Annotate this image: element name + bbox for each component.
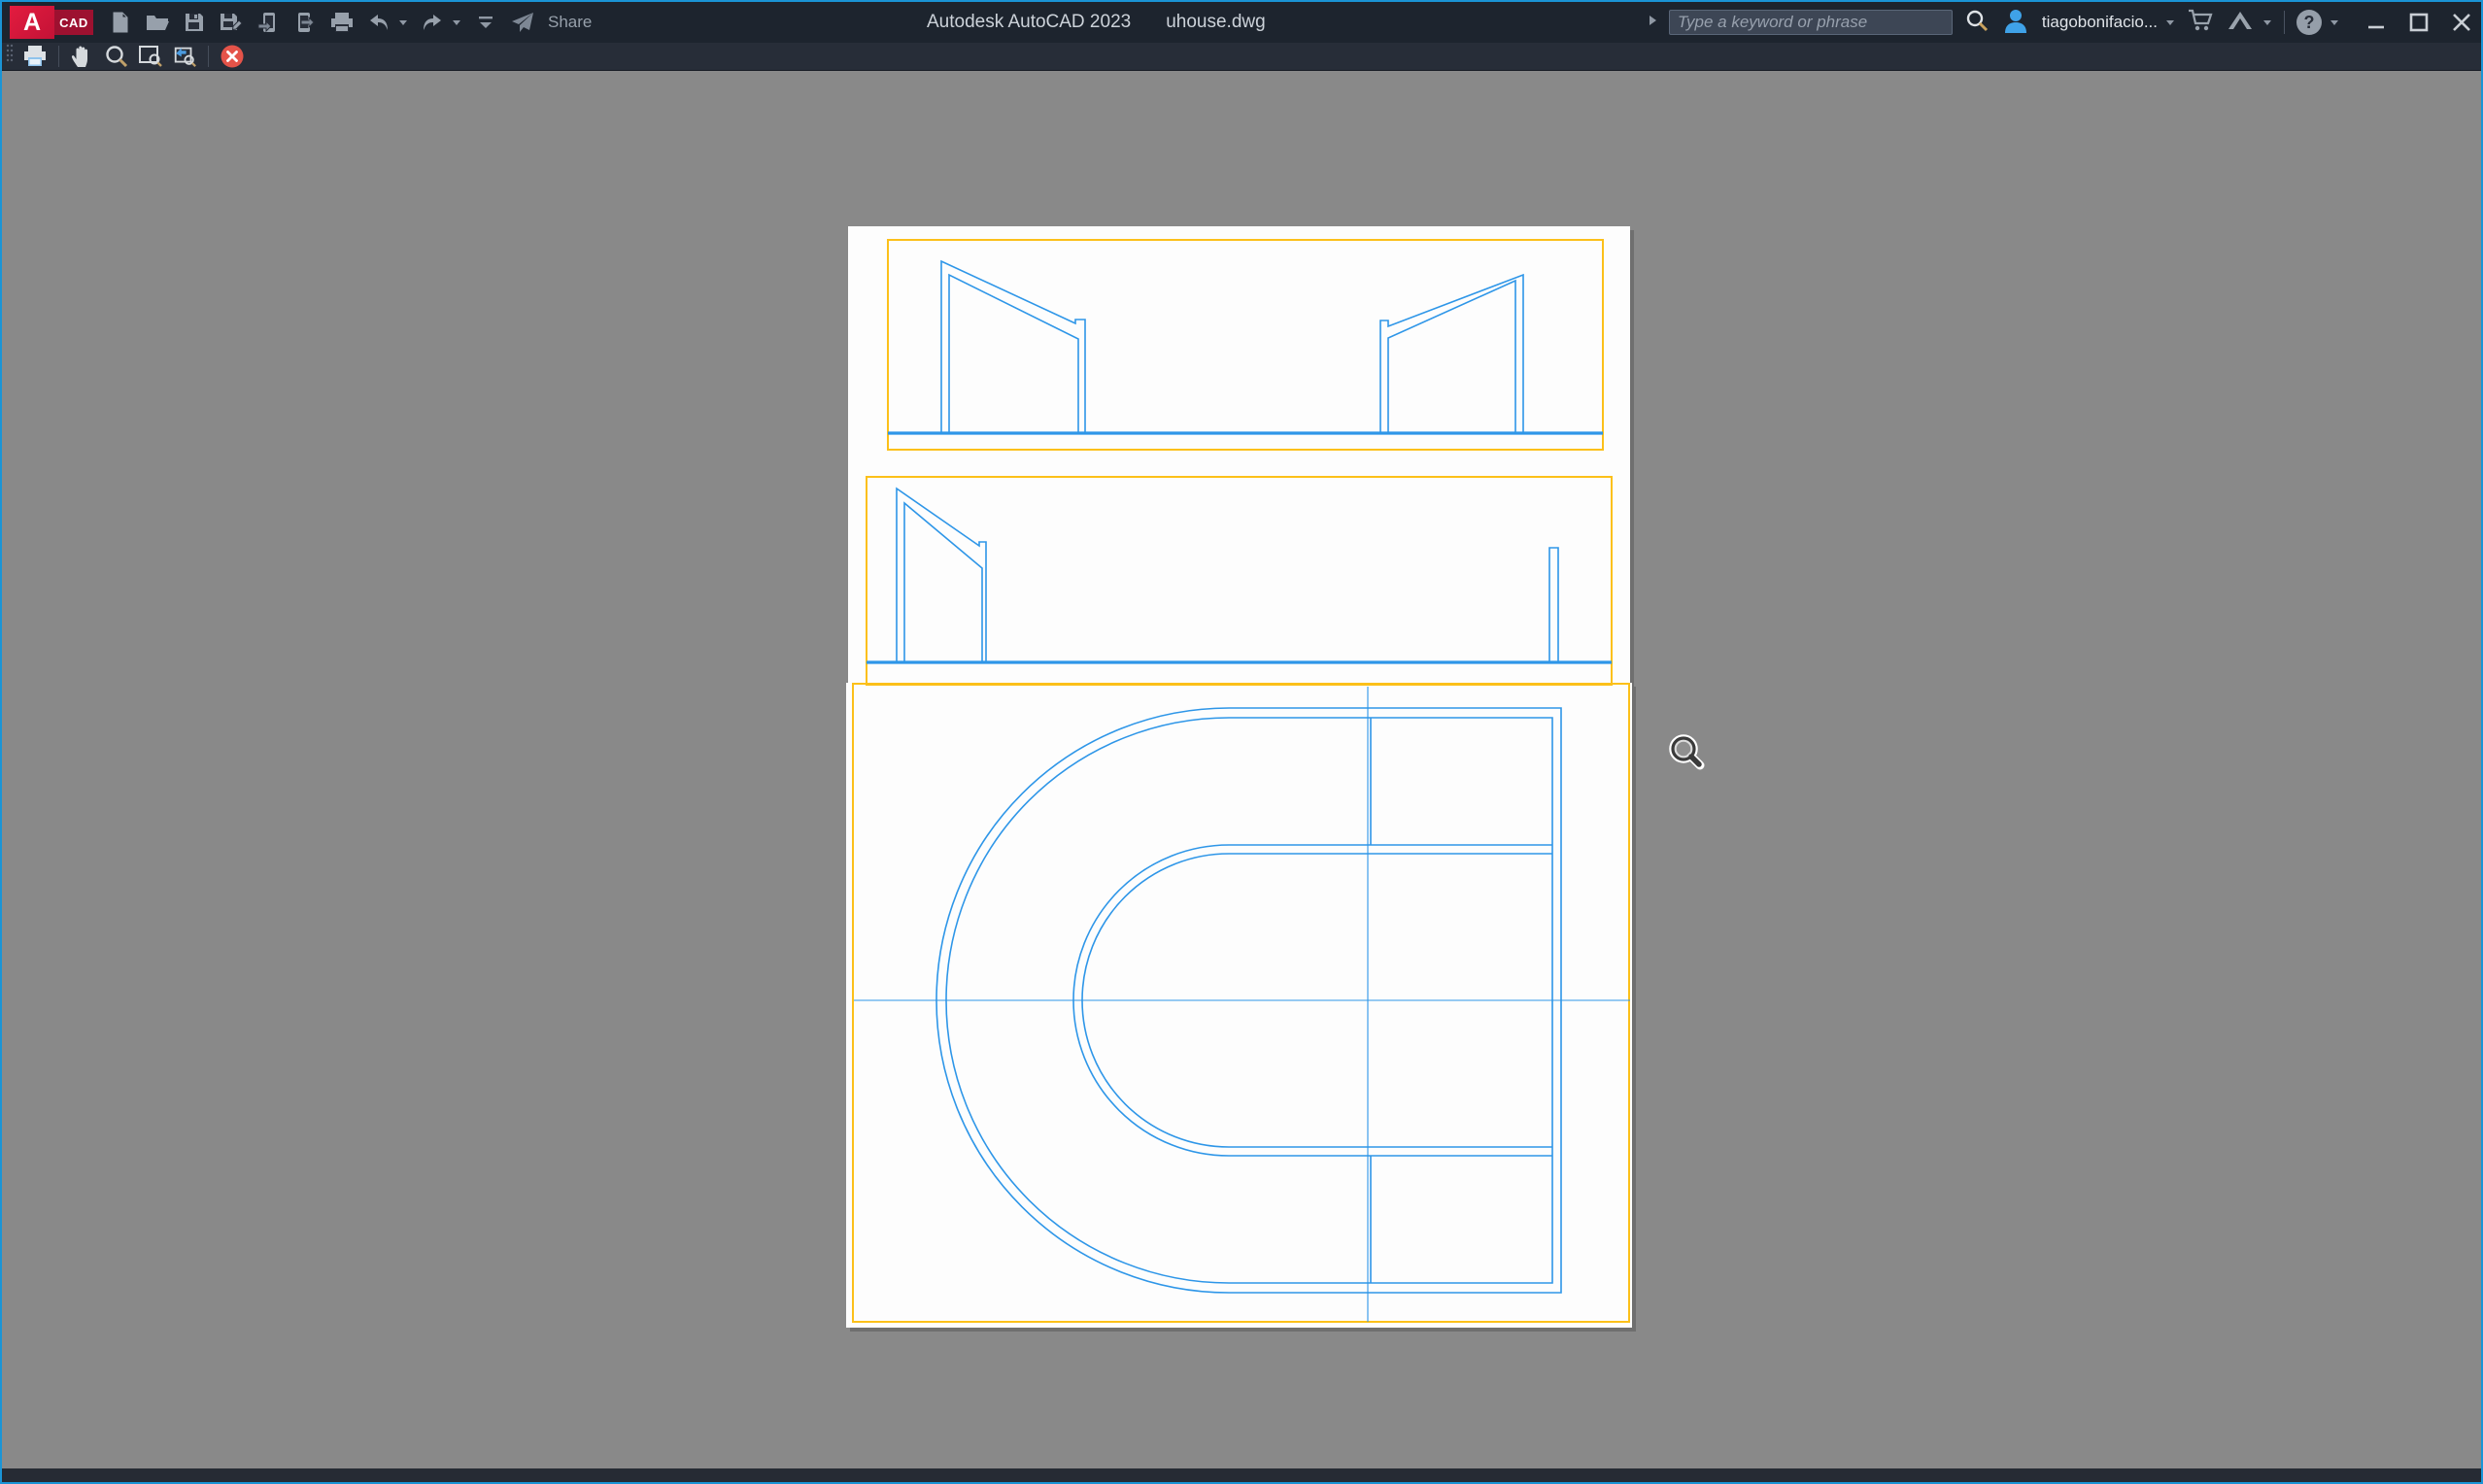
autodesk-logo-icon[interactable] (2226, 8, 2255, 38)
plot-preview-toolbar (2, 43, 2481, 71)
open-folder-icon[interactable] (144, 10, 170, 36)
redo-icon[interactable] (419, 10, 445, 36)
window-title: Autodesk AutoCAD 2023 uhouse.dwg (927, 2, 1266, 43)
toolbar-grip[interactable] (6, 43, 14, 71)
bottom-strip (2, 1468, 2481, 1482)
open-from-web-mobile-icon[interactable] (255, 10, 281, 36)
paper-sheets (846, 226, 1636, 1332)
application-menu-button[interactable]: A CAD (10, 6, 93, 39)
save-icon[interactable] (181, 10, 207, 36)
zoom-cursor (1673, 738, 1700, 765)
share-label[interactable]: Share (548, 13, 592, 32)
minimize-button[interactable] (2364, 11, 2388, 34)
autodesk-dropdown-icon[interactable] (2262, 18, 2272, 26)
zoom-icon[interactable] (104, 44, 129, 69)
username-label[interactable]: tiagobonifacio... (2042, 13, 2158, 32)
maximize-button[interactable] (2407, 11, 2431, 34)
share-icon[interactable] (509, 10, 535, 36)
user-dropdown-icon[interactable] (2165, 18, 2175, 26)
autocad-window: A CAD (0, 0, 2483, 1484)
plot-canvas-svg[interactable] (2, 71, 2481, 1468)
new-file-icon[interactable] (107, 10, 133, 36)
search-icon[interactable] (1964, 8, 1990, 38)
window-title-app: Autodesk AutoCAD 2023 (927, 12, 1131, 33)
window-controls (2364, 11, 2473, 34)
plot-icon[interactable] (328, 10, 355, 36)
search-expand-icon[interactable] (1648, 14, 1657, 31)
save-to-web-mobile-icon[interactable] (291, 10, 318, 36)
toolbar-divider (208, 46, 209, 67)
cart-icon[interactable] (2187, 8, 2214, 38)
titlebar-right: tiagobonifacio... ? (1648, 2, 2473, 43)
window-title-doc: uhouse.dwg (1166, 12, 1265, 33)
autocad-logo-icon: A (10, 6, 54, 39)
redo-dropdown-icon[interactable] (452, 18, 461, 26)
undo-dropdown-icon[interactable] (398, 18, 408, 26)
preview-plot-icon[interactable] (22, 44, 48, 69)
avatar-icon[interactable] (2001, 6, 2030, 40)
plot-preview-canvas[interactable] (2, 71, 2481, 1468)
help-icon[interactable]: ? (2296, 10, 2322, 35)
titlebar-divider (2284, 11, 2285, 34)
toolbar-divider (58, 46, 59, 67)
autocad-logo-badge: CAD (54, 10, 93, 35)
undo-icon[interactable] (365, 10, 391, 36)
customize-quick-access-icon[interactable] (472, 10, 498, 36)
close-preview-icon[interactable] (220, 44, 245, 69)
pan-icon[interactable] (70, 44, 95, 69)
search-input[interactable] (1669, 10, 1953, 35)
titlebar: A CAD (2, 2, 2481, 43)
zoom-window-icon[interactable] (138, 44, 163, 69)
sheet-sections (848, 226, 1630, 683)
close-button[interactable] (2450, 11, 2473, 34)
quick-access-toolbar: Share (107, 10, 592, 36)
zoom-original-icon[interactable] (172, 44, 197, 69)
save-as-icon[interactable] (218, 10, 244, 36)
help-dropdown-icon[interactable] (2330, 18, 2339, 26)
sheet-plan (846, 683, 1632, 1328)
